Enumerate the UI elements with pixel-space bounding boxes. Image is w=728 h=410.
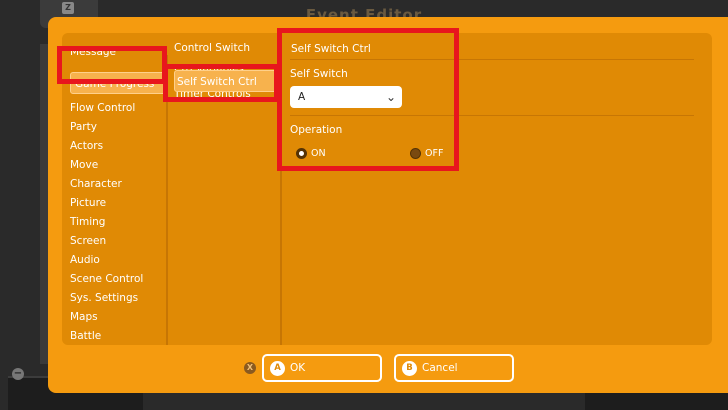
background-strip	[40, 44, 48, 364]
radio-on-label: ON	[311, 148, 326, 159]
command-list: Control Switch Ctrl Variables Self Switc…	[174, 39, 282, 102]
settings-title: Self Switch Ctrl	[291, 43, 371, 55]
x-key-icon: X	[244, 362, 256, 374]
cancel-label: Cancel	[422, 362, 458, 374]
category-item[interactable]: Battle	[70, 327, 143, 346]
column-divider	[166, 55, 168, 345]
chevron-down-icon: ⌄	[385, 90, 396, 104]
radio-selected-icon	[296, 148, 307, 159]
divider	[290, 115, 694, 116]
a-key-icon: A	[270, 360, 285, 376]
event-editor-dialog: Message Game Progress Flow Control Party A…	[48, 17, 728, 393]
category-item[interactable]: Sys. Settings	[70, 289, 143, 308]
radio-on[interactable]: ON	[296, 148, 326, 159]
radio-unselected-icon	[410, 148, 421, 159]
self-switch-label: Self Switch	[290, 68, 348, 80]
command-item-ctrl-variables[interactable]: Ctrl Variables	[174, 58, 282, 70]
category-item[interactable]: Timing	[70, 213, 143, 232]
category-item[interactable]: Audio	[70, 251, 143, 270]
ok-button[interactable]: A OK	[262, 354, 382, 382]
category-item[interactable]: Move	[70, 156, 143, 175]
column-divider	[280, 55, 282, 345]
category-item[interactable]: Flow Control	[70, 99, 143, 118]
command-panel: Message Game Progress Flow Control Party A…	[62, 33, 712, 345]
category-item[interactable]: Character	[70, 175, 143, 194]
command-item-self-switch-ctrl[interactable]: Self Switch Ctrl	[174, 70, 278, 92]
category-item[interactable]: Scene Control	[70, 270, 143, 289]
ok-label: OK	[290, 362, 306, 374]
category-items: Flow Control Party Actors Move Character Pict…	[70, 99, 143, 346]
category-item[interactable]: Actors	[70, 137, 143, 156]
minus-icon[interactable]: −	[12, 368, 24, 380]
command-item-control-switch[interactable]: Control Switch	[174, 39, 282, 58]
divider	[290, 59, 694, 60]
category-item[interactable]: Maps	[70, 308, 143, 327]
category-item-message[interactable]: Message	[70, 43, 116, 62]
command-item-timer-controls[interactable]: Timer Controls	[174, 92, 282, 102]
category-item[interactable]: Party	[70, 118, 143, 137]
operation-radio-group: ON OFF	[290, 144, 700, 168]
radio-off-label: OFF	[425, 148, 444, 159]
self-switch-value: A	[298, 91, 306, 103]
category-item[interactable]: Picture	[70, 194, 143, 213]
self-switch-dropdown[interactable]: A ⌄	[290, 86, 402, 108]
category-item-game-progress[interactable]: Game Progress	[70, 72, 168, 94]
command-settings: Self Switch Ctrl Self Switch A ⌄ Operati…	[290, 39, 700, 168]
radio-off[interactable]: OFF	[410, 148, 443, 159]
b-key-icon: B	[402, 360, 417, 376]
category-item[interactable]: Screen	[70, 232, 143, 251]
operation-label: Operation	[290, 124, 343, 136]
cancel-button[interactable]: B Cancel	[394, 354, 514, 382]
